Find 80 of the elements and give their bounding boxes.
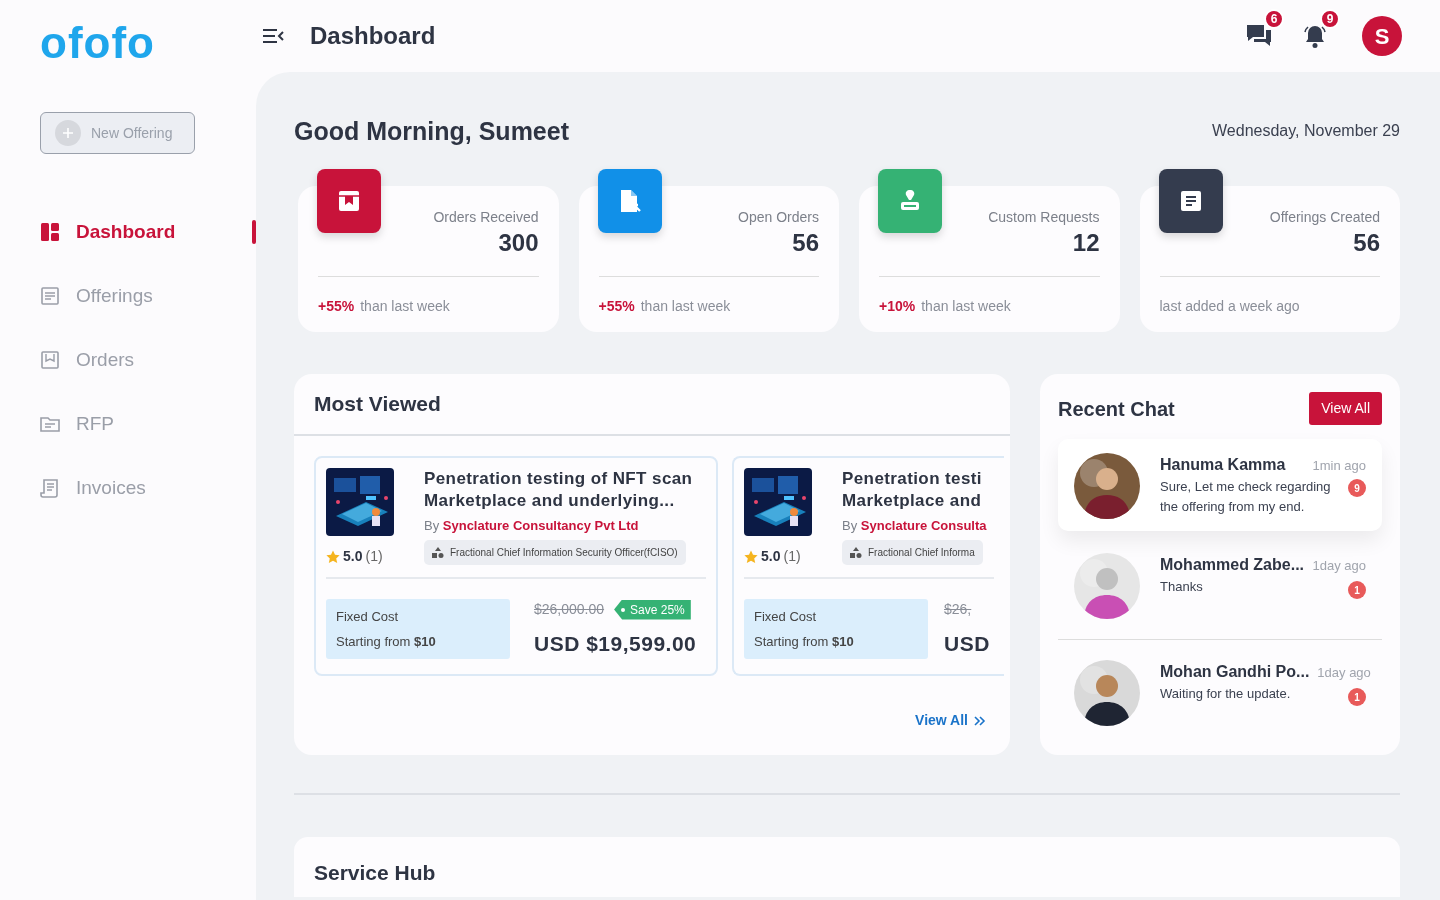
by-text: By (842, 518, 858, 533)
plus-icon (55, 120, 81, 146)
section-title: Service Hub (314, 861, 436, 884)
price-text: USD (944, 631, 990, 657)
chat-item[interactable]: Mohammed Zabe... 1day ago Thanks 1 (1058, 539, 1382, 631)
by-text: By (424, 518, 440, 533)
message-text: Thanks (1160, 578, 1203, 596)
double-chevron-icon (974, 715, 986, 726)
greeting-heading: Good Morning, Sumeet (294, 116, 569, 146)
chat-item[interactable]: Mohan Gandhi Po... 1day ago Waiting for the update. 1 (1058, 639, 1382, 739)
review-count: (1) (365, 547, 383, 566)
star-icon (744, 549, 758, 564)
starting-price: Starting from $10 (754, 632, 855, 651)
vendor-link[interactable]: Synclature Consulta (860, 518, 987, 533)
cost-type: Fixed Cost (336, 608, 400, 626)
stat-value: 300 (497, 228, 539, 258)
offering-title: Penetration testi (842, 468, 983, 490)
time-text: 1day ago (1312, 557, 1366, 575)
category-tag: Fractional Chief Informa (842, 539, 983, 565)
vendor-link[interactable]: Synclature Consultancy Pvt Ltd (442, 518, 639, 533)
contact-name: Mohan Gandhi Po... (1160, 662, 1310, 682)
stat-label: Open Orders (737, 208, 819, 227)
message-text: Sure, Let me check regarding the offering from my end. (1160, 478, 1332, 516)
old-price: $26,000.00 (534, 600, 605, 619)
grid-icon (40, 222, 60, 242)
change-text: +55% (598, 298, 635, 314)
review-count: (1) (783, 547, 801, 566)
contact-name: Mohammed Zabe... (1160, 555, 1305, 575)
old-price: $26, (944, 600, 972, 619)
count-badge: 9 (1320, 9, 1340, 29)
stat-value: 56 (791, 228, 819, 258)
note-text: than last week (640, 298, 731, 314)
message-text: Waiting for the update. (1160, 685, 1291, 703)
section-title: Recent Chat (1058, 396, 1175, 422)
rating-text: 5.0 (761, 547, 781, 566)
offering-title: Penetration testing of NFT scan (424, 468, 693, 490)
box-icon (40, 350, 60, 370)
change-text: +55% (318, 298, 355, 314)
unread-badge: 1 (1348, 581, 1366, 599)
offering-title: Marketplace and underlying... (424, 490, 676, 512)
document-icon (40, 286, 60, 306)
rating-text: 5.0 (343, 547, 363, 566)
stat-value: 56 (1352, 228, 1380, 258)
discount-tag: Save 25% (614, 599, 691, 620)
bell-icon (1302, 23, 1328, 49)
category-tag: Fractional Chief Information Security Officer(fCISO) (424, 539, 686, 565)
archive-icon (336, 188, 362, 214)
chat-icon (1245, 23, 1273, 49)
receipt-icon (40, 478, 60, 498)
unread-badge: 9 (1348, 479, 1366, 497)
offering-title: Marketplace and (842, 490, 983, 512)
logo: ofofo (39, 17, 156, 69)
unread-badge: 1 (1348, 688, 1366, 706)
cost-type: Fixed Cost (754, 608, 818, 626)
date-text: Wednesday, November 29 (1212, 121, 1400, 141)
note-text: last added a week ago (1159, 298, 1300, 314)
shapes-icon (850, 546, 862, 558)
time-text: 1min ago (1312, 457, 1366, 475)
chat-item[interactable]: Hanuma Kamma 1min ago Sure, Let me check regarding the offering from my end. 9 (1058, 439, 1382, 531)
section-title: Most Viewed (314, 391, 441, 418)
stat-label: Orders Received (432, 208, 539, 227)
change-text: +10% (879, 298, 916, 314)
starting-price: Starting from $10 (336, 632, 437, 651)
note-text: than last week (360, 298, 450, 314)
star-icon (326, 549, 340, 564)
contact-name: Hanuma Kamma (1160, 455, 1286, 475)
nav-item[interactable]: Dashboard (0, 200, 256, 264)
count-badge: 6 (1264, 9, 1284, 29)
stat-value: 12 (1071, 228, 1100, 258)
time-text: 1day ago (1317, 664, 1371, 682)
stat-label: Custom Requests (987, 208, 1100, 227)
folder-icon (40, 414, 60, 434)
stat-label: Offerings Created (1268, 208, 1380, 227)
view-all-link[interactable]: View All (915, 710, 986, 731)
price-text: USD $19,599.00 (534, 631, 697, 657)
note-text: than last week (921, 298, 1011, 314)
user-avatar[interactable]: S (1362, 16, 1402, 56)
shapes-icon (432, 546, 444, 558)
view-all-button[interactable]: View All (1309, 392, 1382, 425)
page-title: Dashboard (310, 21, 436, 51)
